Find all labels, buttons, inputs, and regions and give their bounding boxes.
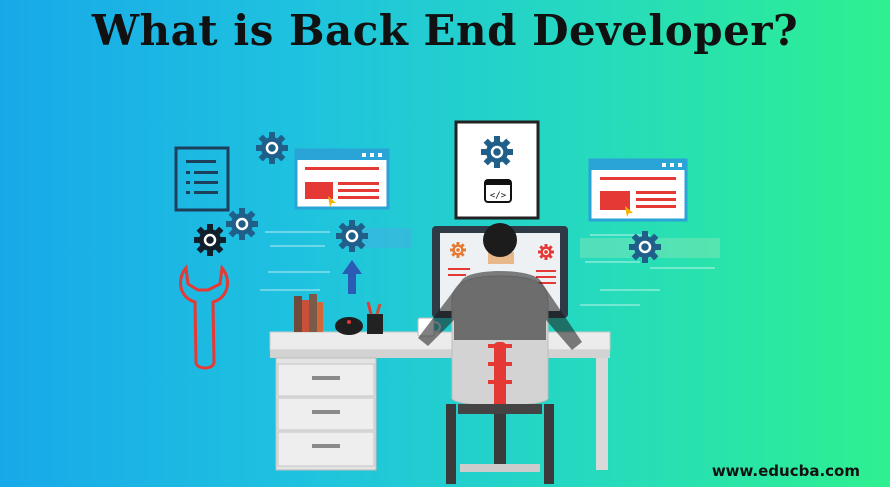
browser-window-icon <box>588 158 688 222</box>
wrench-icon <box>179 264 229 370</box>
svg-text:</>: </> <box>490 191 507 201</box>
books-icon <box>294 294 323 332</box>
arrow-up-icon <box>342 260 362 294</box>
pencil-cup-icon <box>366 301 383 334</box>
browser-window-icon <box>294 148 390 210</box>
gear-icon <box>627 229 663 265</box>
document-icon <box>174 146 230 212</box>
gear-icon <box>334 218 370 254</box>
mouse-icon <box>335 317 363 335</box>
footer-url: www.educba.com <box>711 462 860 480</box>
code-icon: </> <box>454 120 540 220</box>
gear-icon <box>192 222 228 258</box>
desk-icon <box>269 331 611 471</box>
illustration: </> <box>174 120 720 484</box>
gear-icon <box>254 130 290 166</box>
gear-icon <box>224 206 260 242</box>
